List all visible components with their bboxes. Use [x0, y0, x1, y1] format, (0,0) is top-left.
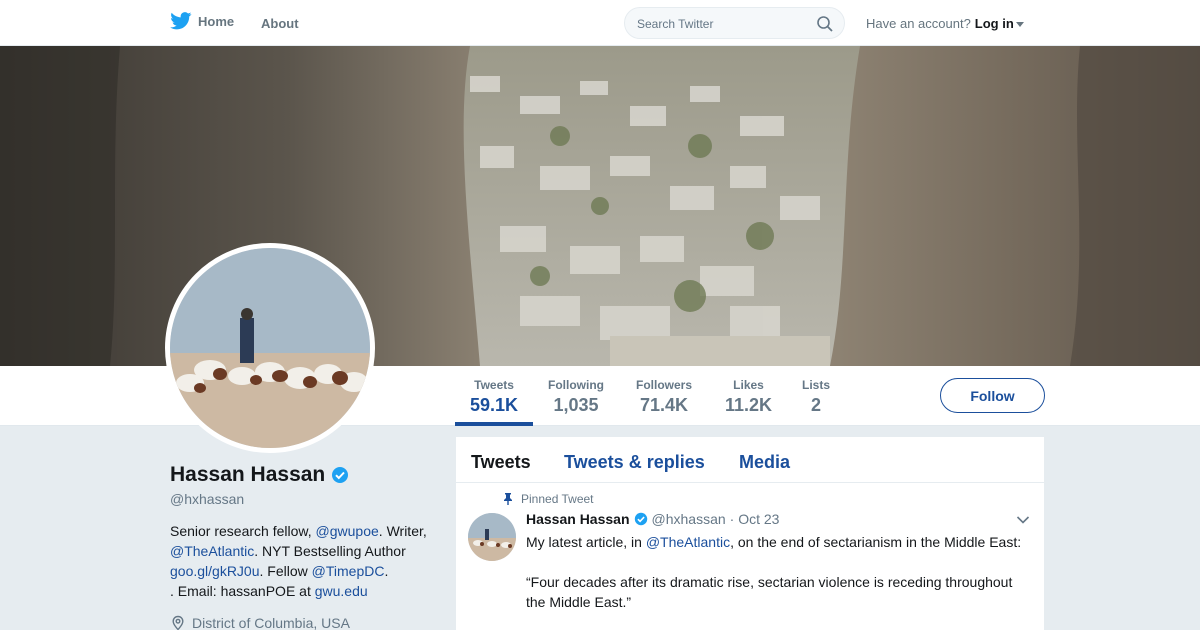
stat-likes[interactable]: Likes 11.2K	[725, 378, 772, 416]
twitter-bird-icon	[170, 12, 192, 30]
profile-name-text: Hassan Hassan	[170, 463, 326, 486]
top-nav: Home About Search Twitter Have an accoun…	[0, 0, 1200, 46]
profile-handle: @hxhassan	[170, 491, 245, 507]
search-input[interactable]: Search Twitter	[624, 7, 845, 39]
profile-name: Hassan Hassan	[170, 463, 349, 487]
stat-label: Lists	[802, 378, 831, 392]
bio-link-gwupoe[interactable]: @gwupoe	[316, 523, 379, 539]
nav-home-label: Home	[198, 13, 235, 29]
nav-about-link[interactable]: About	[261, 16, 299, 31]
bio-link-gwu[interactable]: gwu.edu	[315, 583, 368, 599]
avatar-image	[170, 248, 370, 448]
bio-text: Senior research fellow,	[170, 523, 316, 539]
active-stat-underline	[455, 422, 533, 426]
stat-label: Following	[548, 378, 604, 392]
stat-lists[interactable]: Lists 2	[802, 378, 830, 416]
search-icon[interactable]	[816, 15, 834, 33]
account-prompt: Have an account? Log in	[866, 16, 1024, 31]
stat-label: Followers	[636, 378, 693, 392]
timeline: Tweets Tweets & replies Media Pinned Twe…	[456, 437, 1044, 630]
location-text: District of Columbia, USA	[192, 615, 350, 630]
location-pin-icon	[172, 615, 184, 630]
tab-tweets-replies[interactable]: Tweets & replies	[564, 452, 705, 473]
tweet-avatar[interactable]	[468, 513, 516, 561]
tweet-author-name[interactable]: Hassan Hassan	[526, 511, 630, 527]
bio-text: . Email: hassanPOE at	[170, 583, 315, 599]
search-placeholder: Search Twitter	[637, 17, 714, 31]
tweet-text-part: , on the end of sectarianism in the Midd…	[730, 534, 1022, 550]
bio-link-timepdc[interactable]: @TimepDC	[312, 563, 385, 579]
account-prompt-text: Have an account?	[866, 16, 971, 31]
follow-button[interactable]: Follow	[940, 378, 1045, 413]
stat-tweets[interactable]: Tweets 59.1K	[470, 378, 518, 416]
stat-label: Tweets	[474, 378, 514, 392]
bio-text: . NYT Bestselling Author	[254, 543, 406, 559]
tweet-quote: “Four decades after its dramatic rise, s…	[526, 574, 1013, 610]
avatar[interactable]	[165, 243, 375, 453]
verified-icon	[634, 512, 647, 526]
bio-text: . Writer,	[378, 523, 427, 539]
stat-value: 2	[811, 395, 822, 415]
bio-text: . Fellow	[259, 563, 312, 579]
pin-icon	[504, 493, 512, 505]
tab-media[interactable]: Media	[739, 452, 790, 473]
chevron-down-icon[interactable]	[1015, 22, 1024, 28]
profile-bio: Senior research fellow, @gwupoe. Writer,…	[170, 523, 427, 599]
tweet-mention-link[interactable]: @TheAtlantic	[646, 534, 730, 550]
chevron-down-icon[interactable]	[1016, 515, 1030, 525]
pinned-label: Pinned Tweet	[521, 492, 594, 506]
stat-value: 59.1K	[470, 395, 519, 415]
nav-home-link[interactable]: Home	[170, 12, 234, 30]
login-link[interactable]: Log in	[975, 16, 1014, 31]
verified-icon	[332, 467, 349, 483]
pinned-indicator: Pinned Tweet	[503, 492, 594, 506]
timeline-tabs: Tweets Tweets & replies Media	[456, 437, 1044, 483]
stat-followers[interactable]: Followers 71.4K	[636, 378, 692, 416]
bio-link-book[interactable]: goo.gl/gkRJ0u	[170, 563, 260, 579]
profile-location: District of Columbia, USA	[170, 615, 350, 630]
tweet-avatar-image	[468, 513, 516, 561]
stat-following[interactable]: Following 1,035	[548, 378, 604, 416]
tweet-text-part: My latest article, in	[526, 534, 646, 550]
tab-tweets[interactable]: Tweets	[471, 452, 531, 473]
stat-value: 11.2K	[725, 395, 773, 415]
stat-value: 1,035	[553, 395, 599, 415]
tweet-date[interactable]: · Oct 23	[730, 511, 780, 527]
stat-label: Likes	[733, 378, 764, 392]
tweet-text: My latest article, in @TheAtlantic, on t…	[526, 532, 1031, 630]
tweet-author-handle[interactable]: @hxhassan	[652, 511, 726, 527]
bio-link-theatlantic[interactable]: @TheAtlantic	[170, 543, 254, 559]
stat-value: 71.4K	[639, 395, 689, 415]
tweet-header: Hassan Hassan @hxhassan · Oct 23	[526, 511, 779, 527]
